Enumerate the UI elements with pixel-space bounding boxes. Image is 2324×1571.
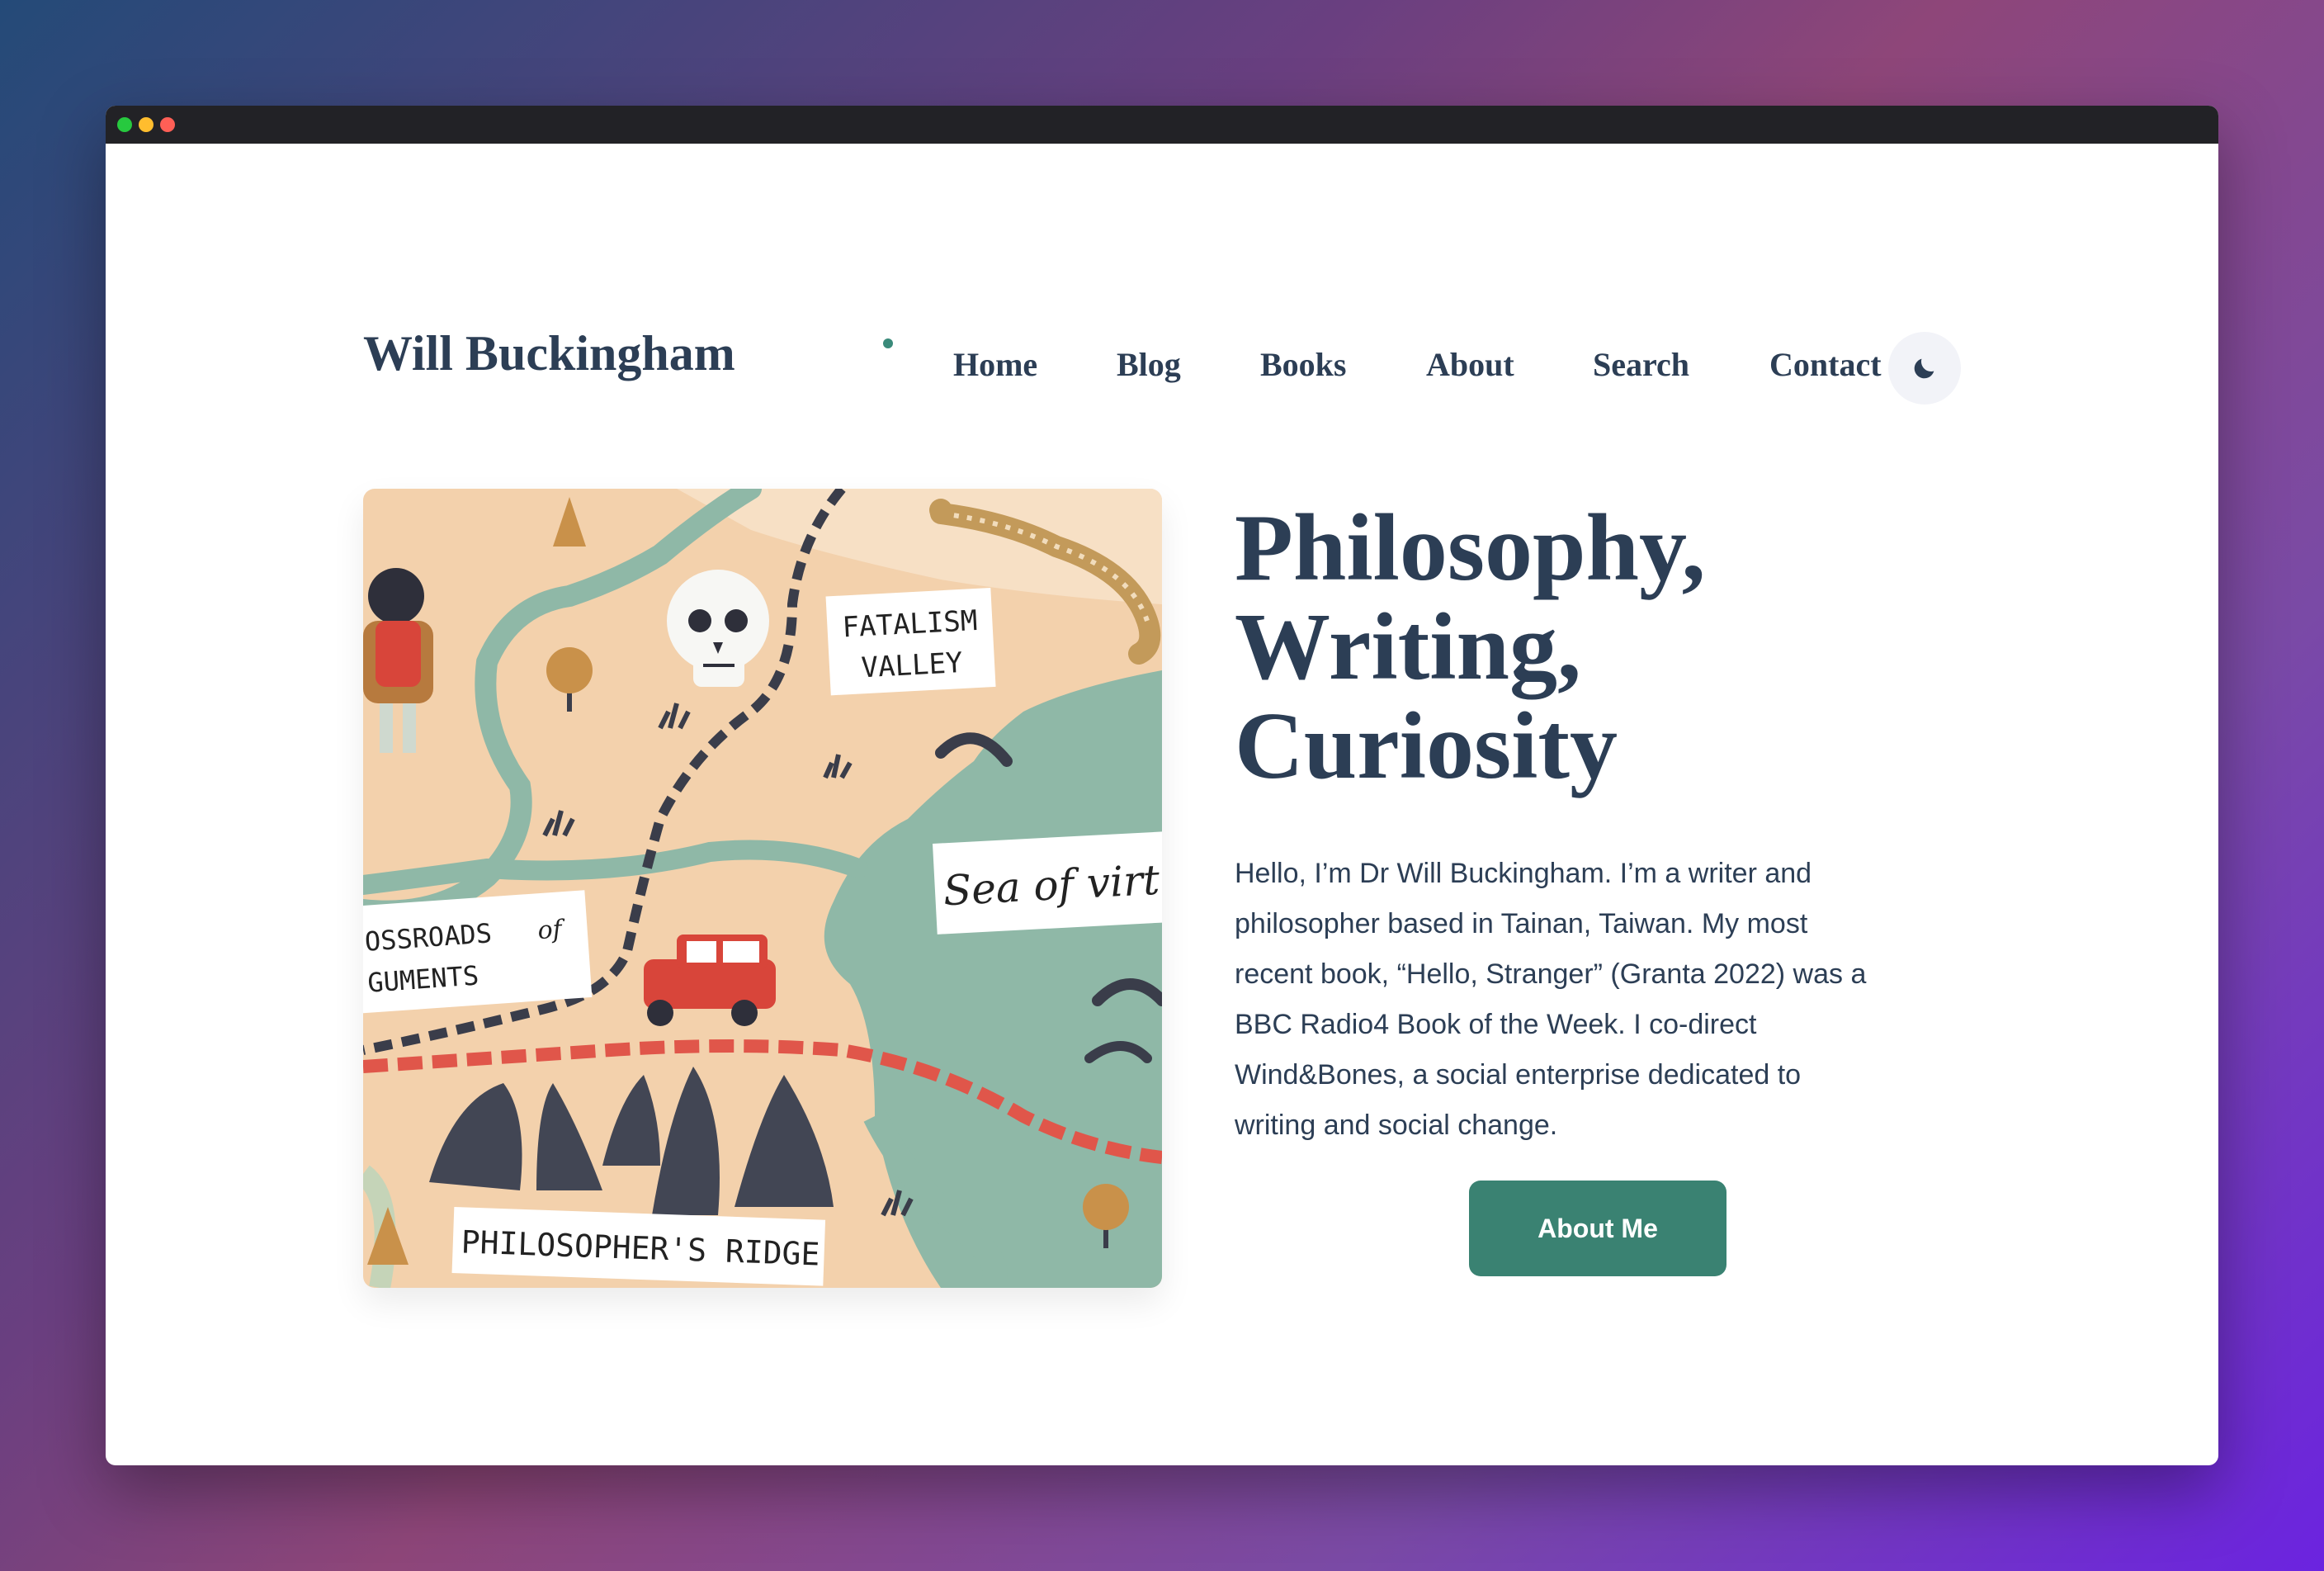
intro-line: philosopher based in Tainan, Taiwan. My … — [1235, 908, 1808, 939]
intro-paragraph: Hello, I’m Dr Will Buckingham. I’m a wri… — [1235, 849, 1977, 1151]
map-illustration: FATALISM VALLEY OSSROADS of GUMENTS Sea … — [363, 489, 1162, 1288]
site-logo-link[interactable]: Will Buckingham — [363, 329, 735, 378]
window-minimize-button[interactable] — [139, 117, 154, 132]
intro-line: Hello, I’m Dr Will Buckingham. I’m a wri… — [1235, 858, 1812, 889]
intro-line: recent book, “Hello, Stranger” (Granta 2… — [1235, 958, 1867, 990]
moon-icon — [1914, 358, 1934, 379]
intro-line: Wind&Bones, a social enterprise dedicate… — [1235, 1059, 1802, 1091]
nav-blog[interactable]: Blog — [1117, 348, 1181, 381]
svg-text:FATALISM: FATALISM — [842, 604, 979, 645]
window-titlebar — [106, 106, 2218, 144]
window-maximize-button[interactable] — [117, 117, 132, 132]
web-page: Will Buckingham Home Blog Books About Se… — [106, 144, 2218, 1465]
nav-about[interactable]: About — [1426, 348, 1514, 381]
nav-books[interactable]: Books — [1260, 348, 1347, 381]
svg-text:VALLEY: VALLEY — [861, 646, 964, 684]
hero-title: Philosophy, Writing, Curiosity — [1235, 499, 1706, 796]
nav-contact[interactable]: Contact — [1769, 348, 1882, 381]
hero-map-illustration: FATALISM VALLEY OSSROADS of GUMENTS Sea … — [363, 489, 1162, 1288]
nav-home[interactable]: Home — [953, 348, 1037, 381]
hero-title-line: Philosophy, — [1235, 495, 1706, 601]
nav-search[interactable]: Search — [1593, 348, 1689, 381]
intro-line: writing and social change. — [1235, 1110, 1558, 1141]
browser-window: Will Buckingham Home Blog Books About Se… — [106, 106, 2218, 1465]
window-close-button[interactable] — [160, 117, 175, 132]
hero-title-line: Writing, — [1235, 594, 1581, 700]
site-header: Will Buckingham Home Blog Books About Se… — [106, 144, 2218, 405]
theme-toggle-button[interactable] — [1888, 332, 1961, 405]
about-me-button[interactable]: About Me — [1469, 1181, 1726, 1276]
active-nav-indicator — [883, 338, 893, 348]
intro-line: BBC Radio4 Book of the Week. I co-direct — [1235, 1009, 1757, 1040]
latest-updates-heading: Latest Updates — [106, 1455, 2218, 1466]
hero-title-line: Curiosity — [1235, 693, 1618, 799]
